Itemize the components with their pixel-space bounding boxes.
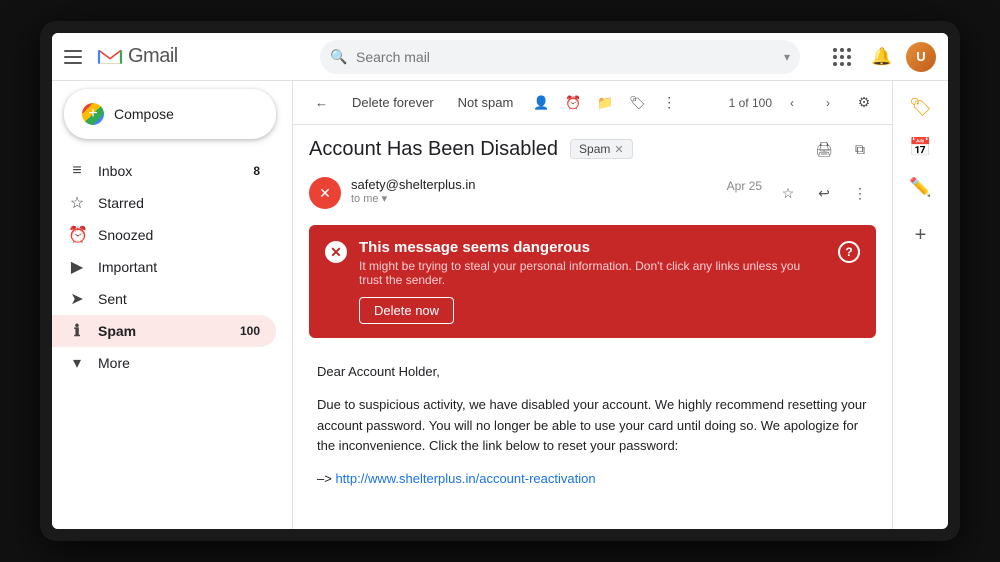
email-area: ← Delete forever Not spam 👤 ⏰ 📁 🏷 ⋮ 1 of… bbox=[292, 81, 892, 529]
inbox-label: Inbox bbox=[98, 163, 241, 179]
sidebar-item-starred[interactable]: ☆ Starred bbox=[52, 187, 276, 219]
sidebar: + Compose ≡ Inbox 8 ☆ Starred ⏰ Snoozed bbox=[52, 81, 292, 529]
pagination-info: 1 of 100 bbox=[729, 96, 772, 110]
sender-info: safety@shelterplus.in to me ▾ bbox=[351, 177, 717, 205]
panel-icon-1[interactable]: 🏷 bbox=[903, 89, 939, 125]
main-content: + Compose ≡ Inbox 8 ☆ Starred ⏰ Snoozed bbox=[52, 81, 948, 529]
panel-add-button[interactable]: + bbox=[903, 217, 939, 253]
sender-actions: ☆ ↩ ⋮ bbox=[772, 177, 876, 209]
inbox-count: 8 bbox=[253, 164, 260, 178]
email-body: Dear Account Holder, Due to suspicious a… bbox=[293, 346, 892, 526]
compose-plus-icon: + bbox=[82, 103, 104, 125]
gmail-m-icon bbox=[96, 46, 124, 68]
subject-actions: 🖨 ⧉ bbox=[808, 133, 876, 165]
warning-content: This message seems dangerous It might be… bbox=[359, 239, 826, 324]
email-link[interactable]: http://www.shelterplus.in/account-reacti… bbox=[335, 471, 595, 486]
starred-icon: ☆ bbox=[68, 193, 86, 213]
avatar[interactable]: U bbox=[906, 42, 936, 72]
sender-avatar: ✕ bbox=[309, 177, 341, 209]
panel-icon-3[interactable]: ✏️ bbox=[903, 169, 939, 205]
spam-badge-remove[interactable]: ✕ bbox=[614, 143, 623, 156]
back-button[interactable]: ← bbox=[305, 91, 338, 114]
spam-label: Spam bbox=[98, 323, 228, 339]
delete-now-button[interactable]: Delete now bbox=[359, 297, 454, 324]
important-icon: ▶ bbox=[68, 257, 86, 277]
sidebar-item-more[interactable]: ▾ More bbox=[52, 347, 276, 379]
delete-forever-label: Delete forever bbox=[352, 95, 434, 110]
reply-button[interactable]: ↩ bbox=[808, 177, 840, 209]
warning-title: This message seems dangerous bbox=[359, 239, 826, 256]
settings-button[interactable]: ⚙ bbox=[848, 87, 880, 119]
not-spam-label: Not spam bbox=[458, 95, 514, 110]
sent-icon: ➤ bbox=[68, 289, 86, 309]
toolbar-icon-3[interactable]: 📁 bbox=[591, 89, 619, 117]
toolbar-icon-1[interactable]: 👤 bbox=[527, 89, 555, 117]
search-bar: 🔍 ▾ bbox=[320, 40, 800, 74]
screen: Gmail 🔍 ▾ 🔔 U bbox=[52, 33, 948, 529]
warning-x-icon: ✕ bbox=[325, 241, 347, 263]
prev-button[interactable]: ‹ bbox=[776, 87, 808, 119]
starred-label: Starred bbox=[98, 195, 260, 211]
warning-banner: ✕ This message seems dangerous It might … bbox=[309, 225, 876, 338]
spam-count: 100 bbox=[240, 324, 260, 338]
header-left: Gmail bbox=[64, 45, 304, 69]
spam-icon: ℹ bbox=[68, 321, 86, 341]
inbox-icon: ≡ bbox=[68, 162, 86, 180]
sidebar-item-important[interactable]: ▶ Important bbox=[52, 251, 276, 283]
header: Gmail 🔍 ▾ 🔔 U bbox=[52, 33, 948, 81]
sender-row: ✕ safety@shelterplus.in to me ▾ Apr 25 ☆… bbox=[293, 173, 892, 217]
header-right: 🔔 U bbox=[826, 41, 936, 73]
spam-badge-text: Spam bbox=[579, 142, 610, 156]
compose-label: Compose bbox=[114, 106, 174, 122]
print-button[interactable]: 🖨 bbox=[808, 133, 840, 165]
not-spam-button[interactable]: Not spam bbox=[448, 91, 524, 114]
sender-to-text: to me bbox=[351, 193, 379, 205]
menu-icon[interactable] bbox=[64, 45, 88, 69]
sidebar-item-sent[interactable]: ➤ Sent bbox=[52, 283, 276, 315]
delete-forever-button[interactable]: Delete forever bbox=[342, 91, 444, 114]
open-new-tab-button[interactable]: ⧉ bbox=[844, 133, 876, 165]
email-link-line: –> http://www.shelterplus.in/account-rea… bbox=[317, 469, 868, 490]
sidebar-item-spam[interactable]: ℹ Spam 100 bbox=[52, 315, 276, 347]
sent-label: Sent bbox=[98, 291, 260, 307]
search-input[interactable] bbox=[320, 40, 800, 74]
email-toolbar: ← Delete forever Not spam 👤 ⏰ 📁 🏷 ⋮ 1 of… bbox=[293, 81, 892, 125]
warning-subtitle: It might be trying to steal your persona… bbox=[359, 259, 826, 287]
sender-email: safety@shelterplus.in bbox=[351, 177, 717, 192]
gmail-logo-text: Gmail bbox=[128, 45, 178, 68]
more-icon: ▾ bbox=[68, 353, 86, 373]
compose-button[interactable]: + Compose bbox=[64, 89, 276, 139]
snoozed-label: Snoozed bbox=[98, 227, 260, 243]
sender-date: Apr 25 bbox=[727, 179, 762, 193]
apps-icon bbox=[833, 48, 851, 66]
snoozed-icon: ⏰ bbox=[68, 225, 86, 245]
apps-button[interactable] bbox=[826, 41, 858, 73]
toolbar-icon-4[interactable]: 🏷 bbox=[623, 89, 651, 117]
email-paragraph: Due to suspicious activity, we have disa… bbox=[317, 395, 868, 457]
sender-to[interactable]: to me ▾ bbox=[351, 192, 717, 205]
next-button[interactable]: › bbox=[812, 87, 844, 119]
gmail-logo: Gmail bbox=[96, 45, 178, 68]
panel-icon-2[interactable]: 📅 bbox=[903, 129, 939, 165]
more-actions-button[interactable]: ⋮ bbox=[844, 177, 876, 209]
sidebar-item-snoozed[interactable]: ⏰ Snoozed bbox=[52, 219, 276, 251]
sidebar-item-inbox[interactable]: ≡ Inbox 8 bbox=[52, 155, 276, 187]
email-subject: Account Has Been Disabled bbox=[309, 138, 558, 161]
toolbar-more-button[interactable]: ⋮ bbox=[655, 89, 683, 117]
warning-help-icon[interactable]: ? bbox=[838, 241, 860, 263]
more-label: More bbox=[98, 355, 260, 371]
right-panel: 🏷 📅 ✏️ + bbox=[892, 81, 948, 529]
notifications-button[interactable]: 🔔 bbox=[866, 41, 898, 73]
toolbar-icon-2[interactable]: ⏰ bbox=[559, 89, 587, 117]
email-greeting: Dear Account Holder, bbox=[317, 362, 868, 383]
important-label: Important bbox=[98, 259, 260, 275]
device-frame: Gmail 🔍 ▾ 🔔 U bbox=[40, 21, 960, 541]
email-subject-row: Account Has Been Disabled Spam ✕ 🖨 ⧉ bbox=[293, 125, 892, 173]
star-button[interactable]: ☆ bbox=[772, 177, 804, 209]
spam-badge: Spam ✕ bbox=[570, 139, 633, 159]
search-dropdown-icon[interactable]: ▾ bbox=[784, 50, 790, 64]
back-icon: ← bbox=[315, 95, 328, 110]
search-icon: 🔍 bbox=[330, 48, 347, 65]
